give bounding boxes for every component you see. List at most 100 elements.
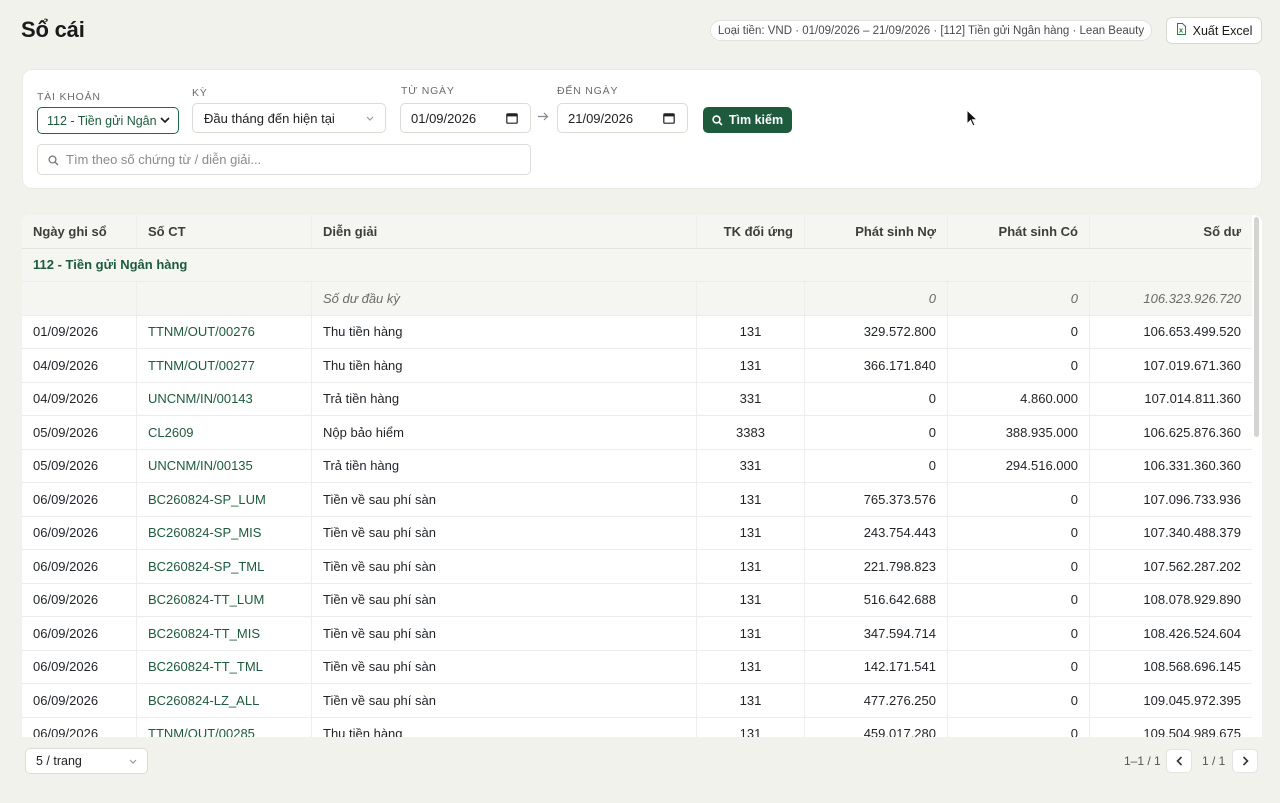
header-doc-no[interactable]: Số CT [137, 215, 312, 248]
chevron-right-icon [1242, 756, 1249, 766]
cell-doc-no[interactable]: BC260824-TT_MIS [137, 617, 312, 650]
account-select-value: 112 - Tiền gửi Ngân hàng [47, 113, 157, 128]
opening-label: Số dư đầu kỳ [312, 282, 697, 315]
cell-counter-account: 131 [697, 684, 805, 717]
cell-description: Tiền về sau phí sàn [312, 516, 697, 549]
table-row[interactable]: 06/09/2026 BC260824-SP_LUM Tiền về sau phí… [22, 483, 1252, 517]
table-row[interactable]: 04/09/2026 UNCNM/IN/00143 Trả tiền hàng 331… [22, 382, 1252, 416]
cell-counter-account: 131 [697, 483, 805, 516]
header-date[interactable]: Ngày ghi sổ [22, 215, 137, 248]
cell-doc-no[interactable]: BC260824-SP_TML [137, 550, 312, 583]
table-scrollbar[interactable] [1254, 217, 1259, 437]
cell-credit: 0 [948, 315, 1090, 348]
pagination-page: 1 / 1 [1202, 754, 1226, 768]
cell-date: 06/09/2026 [22, 684, 137, 717]
header-counter-account[interactable]: TK đối ứng [697, 215, 805, 248]
cell-balance: 107.019.671.360 [1143, 357, 1241, 373]
table-row[interactable]: 06/09/2026 TTNM/OUT/00285 Thu tiền hàng 131… [22, 717, 1252, 737]
cell-doc-no[interactable]: UNCNM/IN/00143 [137, 382, 312, 415]
search-input[interactable]: Tìm theo số chứng từ / diễn giải... [37, 144, 531, 175]
to-date-input[interactable]: 21/09/2026 [557, 103, 688, 133]
cell-counter-account: 131 [697, 550, 805, 583]
cell-date: 04/09/2026 [22, 382, 137, 415]
cell-doc-no[interactable]: CL2609 [137, 416, 312, 449]
cell-balance: 106.625.876.360 [1143, 424, 1241, 440]
cell-description: Nộp bảo hiểm [312, 416, 697, 449]
filter-summary-badge: Loại tiền: VND · 01/09/2026 – 21/09/2026… [710, 20, 1152, 41]
table-row[interactable]: 01/09/2026 TTNM/OUT/00276 Thu tiền hàng 131… [22, 315, 1252, 349]
cell-doc-no[interactable]: TTNM/OUT/00277 [137, 349, 312, 382]
table-row[interactable]: 05/09/2026 CL2609 Nộp bảo hiểm 3383 0 388.935… [22, 416, 1252, 450]
prev-page-button[interactable] [1166, 749, 1192, 773]
table-row[interactable]: 05/09/2026 UNCNM/IN/00135 Trả tiền hàng 331… [22, 449, 1252, 483]
cell-credit: 0 [948, 650, 1090, 683]
from-date-input[interactable]: 01/09/2026 [400, 103, 531, 133]
page-size-select[interactable]: 5 / trang [25, 748, 148, 774]
cell-counter-account: 131 [697, 315, 805, 348]
table-row[interactable]: 06/09/2026 BC260824-TT_TML Tiền về sau phí… [22, 650, 1252, 684]
cell-doc-no[interactable]: BC260824-SP_LUM [137, 483, 312, 516]
account-group-row: 112 - Tiền gửi Ngân hàng [22, 248, 1252, 282]
cell-doc-no[interactable]: TTNM/OUT/00276 [137, 315, 312, 348]
cell-date: 06/09/2026 [22, 550, 137, 583]
table-row[interactable]: 06/09/2026 BC260824-TT_MIS Tiền về sau phí… [22, 617, 1252, 651]
table-row[interactable]: 04/09/2026 TTNM/OUT/00277 Thu tiền hàng 131… [22, 349, 1252, 383]
cell-counter-account: 3383 [697, 416, 805, 449]
ledger-table: Ngày ghi sổ Số CT Diễn giải TK đối ứng P… [22, 215, 1262, 737]
page-title: Sổ cái [21, 17, 85, 42]
cell-counter-account: 131 [697, 349, 805, 382]
header-credit[interactable]: Phát sinh Có [948, 215, 1090, 248]
cell-description: Tiền về sau phí sàn [312, 684, 697, 717]
to-date-value: 21/09/2026 [568, 110, 634, 126]
table-row[interactable]: 06/09/2026 BC260824-LZ_ALL Tiền về sau phí… [22, 684, 1252, 718]
cell-credit: 0 [948, 583, 1090, 616]
cell-credit: 0 [948, 516, 1090, 549]
cell-debit: 366.171.840 [805, 349, 948, 382]
opening-balance-row: Số dư đầu kỳ 0 0 106.323.926.720 [22, 282, 1252, 316]
table-row[interactable]: 06/09/2026 BC260824-SP_MIS Tiền về sau phí… [22, 516, 1252, 550]
table-row[interactable]: 06/09/2026 BC260824-TT_LUM Tiền về sau phí… [22, 583, 1252, 617]
from-date-label: TỪ NGÀY [401, 85, 455, 97]
search-button-label: Tìm kiếm [728, 113, 784, 127]
chevron-down-icon [160, 117, 170, 124]
cell-date: 01/09/2026 [22, 315, 137, 348]
cell-counter-account: 331 [697, 449, 805, 482]
next-page-button[interactable] [1232, 749, 1258, 773]
cell-date: 06/09/2026 [22, 617, 137, 650]
cell-credit: 0 [948, 349, 1090, 382]
cell-debit: 221.798.823 [805, 550, 948, 583]
period-select[interactable]: Đầu tháng đến hiện tại [192, 103, 386, 133]
account-select[interactable]: 112 - Tiền gửi Ngân hàng [37, 107, 179, 134]
cell-credit: 294.516.000 [948, 449, 1090, 482]
calendar-icon [506, 113, 518, 124]
cell-balance: 108.426.524.604 [1143, 625, 1241, 641]
export-excel-label: Xuất Excel [1192, 23, 1253, 38]
cell-counter-account: 131 [697, 650, 805, 683]
cell-debit: 477.276.250 [805, 684, 948, 717]
cell-doc-no[interactable]: BC260824-TT_LUM [137, 583, 312, 616]
cell-doc-no[interactable]: TTNM/OUT/00285 [137, 717, 312, 737]
cell-doc-no[interactable]: BC260824-LZ_ALL [137, 684, 312, 717]
header-balance[interactable]: Số dư [1090, 215, 1252, 248]
cell-doc-no[interactable]: UNCNM/IN/00135 [137, 449, 312, 482]
cell-doc-no[interactable]: BC260824-TT_TML [137, 650, 312, 683]
cell-debit: 329.572.800 [805, 315, 948, 348]
to-date-label: ĐẾN NGÀY [557, 85, 619, 97]
cell-description: Thu tiền hàng [312, 349, 697, 382]
cell-description: Thu tiền hàng [312, 717, 697, 737]
cell-debit: 765.373.576 [805, 483, 948, 516]
cell-balance: 109.504.989.675 [1143, 726, 1241, 737]
table-row[interactable]: 06/09/2026 BC260824-SP_TML Tiền về sau phí… [22, 550, 1252, 584]
excel-file-icon [1176, 23, 1187, 38]
period-label: KỲ [192, 87, 208, 99]
cell-balance: 107.340.488.379 [1143, 525, 1241, 541]
search-button[interactable]: Tìm kiếm [703, 107, 792, 133]
export-excel-button[interactable]: Xuất Excel [1166, 17, 1262, 44]
cell-balance: 107.014.811.360 [1144, 391, 1241, 407]
header-debit[interactable]: Phát sinh Nợ [805, 215, 948, 248]
account-group-title: 112 - Tiền gửi Ngân hàng [33, 257, 188, 273]
cell-date: 06/09/2026 [22, 650, 137, 683]
header-description[interactable]: Diễn giải [312, 215, 697, 248]
cell-debit: 0 [805, 449, 948, 482]
cell-doc-no[interactable]: BC260824-SP_MIS [137, 516, 312, 549]
